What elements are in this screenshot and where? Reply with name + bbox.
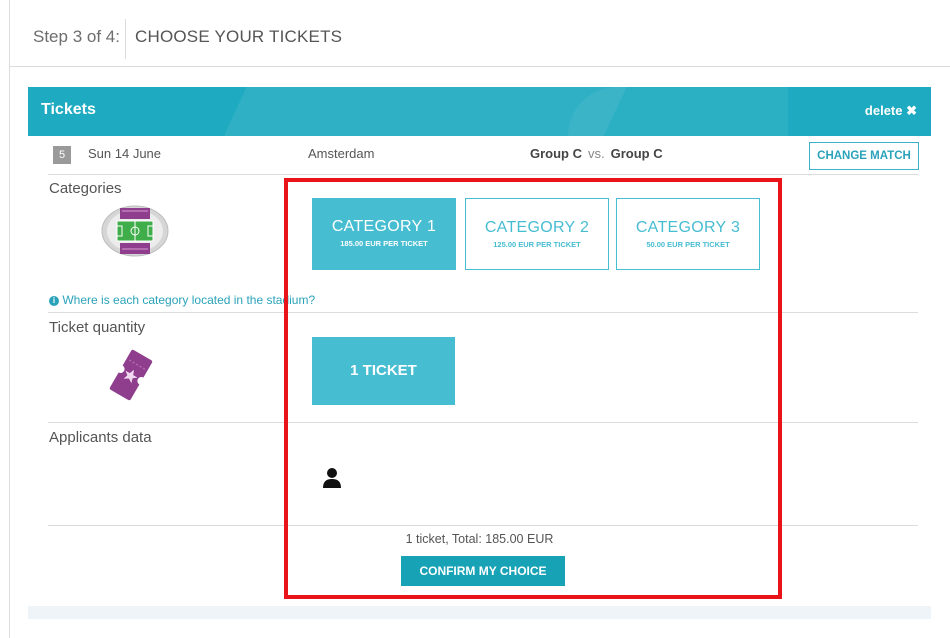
team-home: Group C	[530, 146, 582, 161]
stadium-info-text: Where is each category located in the st…	[62, 293, 316, 307]
step-indicator: Step 3 of 4:	[33, 27, 120, 46]
delete-button[interactable]: delete ✖	[865, 103, 917, 119]
tickets-panel: Tickets delete ✖ 5 Sun 14 June Amsterdam…	[28, 87, 931, 619]
tickets-panel-body: 5 Sun 14 June Amsterdam Group Cvs. Group …	[28, 136, 931, 606]
applicants-data-label: Applicants data	[49, 429, 152, 446]
order-summary: 1 ticket, Total: 185.00 EUR	[405, 532, 554, 546]
tickets-panel-header: Tickets delete ✖	[28, 87, 931, 136]
match-date: Sun 14 June	[88, 146, 162, 161]
categories-label: Categories	[49, 180, 122, 197]
panel-title: Tickets	[41, 101, 96, 118]
match-number-badge: 5	[53, 146, 71, 164]
match-teams: Group C vs. Group C	[530, 146, 663, 161]
section-divider	[48, 312, 918, 313]
match-city: Amsterdam	[308, 146, 375, 161]
category-2-title: CATEGORY 2	[484, 219, 590, 236]
page-title: CHOOSE YOUR TICKETS	[135, 27, 343, 46]
category-2-price: 125.00 EUR PER TICKET	[493, 240, 581, 249]
page-left-border	[9, 0, 10, 638]
stadium-info-link[interactable]: i Where is each category located in the …	[49, 293, 315, 307]
category-1-price: 185.00 EUR PER TICKET	[340, 239, 428, 248]
user-icon[interactable]	[322, 467, 342, 489]
info-icon: i	[49, 296, 59, 306]
step-header: Step 3 of 4: CHOOSE YOUR TICKETS	[9, 10, 950, 67]
change-match-button[interactable]: CHANGE MATCH	[809, 142, 919, 170]
category-2-button[interactable]: CATEGORY 2 125.00 EUR PER TICKET	[465, 198, 609, 270]
ticket-quantity-button[interactable]: 1 TICKET	[312, 337, 455, 405]
header-decoration	[568, 87, 788, 136]
stadium-icon	[101, 205, 169, 257]
category-3-title: CATEGORY 3	[635, 219, 741, 236]
team-away: Group C	[610, 146, 663, 161]
section-divider	[48, 525, 918, 526]
category-1-button[interactable]: CATEGORY 1 185.00 EUR PER TICKET	[312, 198, 456, 270]
category-3-price: 50.00 EUR PER TICKET	[646, 240, 730, 249]
match-row: 5 Sun 14 June Amsterdam Group Cvs. Group …	[48, 136, 919, 175]
step-separator	[125, 19, 126, 59]
category-1-title: CATEGORY 1	[331, 218, 437, 235]
section-divider	[48, 422, 918, 423]
ticket-quantity-label: Ticket quantity	[49, 319, 146, 336]
category-3-button[interactable]: CATEGORY 3 50.00 EUR PER TICKET	[616, 198, 760, 270]
confirm-choice-button[interactable]: CONFIRM MY CHOICE	[401, 556, 565, 586]
ticket-icon	[109, 349, 153, 401]
vs-label: vs.	[588, 146, 605, 161]
